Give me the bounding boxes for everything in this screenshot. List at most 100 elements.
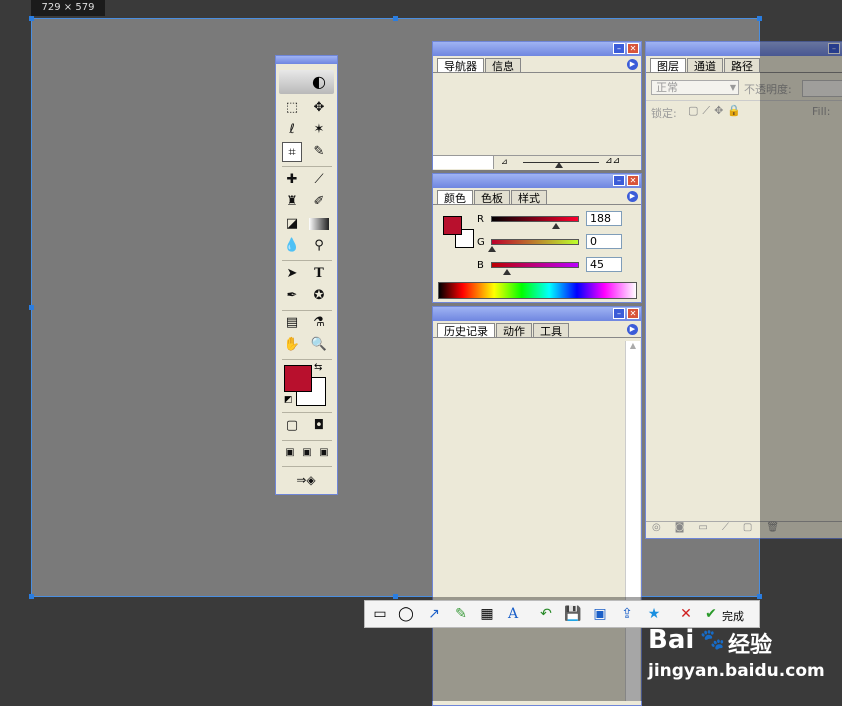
lasso-tool-icon[interactable]: ℓ bbox=[282, 120, 302, 140]
photoshop-eye-logo-icon[interactable]: ◐ bbox=[279, 70, 334, 94]
history-titlebar[interactable]: – ✕ bbox=[433, 307, 641, 321]
tab-history[interactable]: 历史记录 bbox=[437, 323, 495, 338]
tab-tools[interactable]: 工具 bbox=[533, 323, 569, 338]
zoom-out-icon[interactable]: ⊿ bbox=[501, 157, 508, 166]
default-colors-icon[interactable]: ◩ bbox=[284, 395, 293, 405]
blend-mode-value: 正常 bbox=[656, 81, 678, 94]
blend-mode-select[interactable]: 正常 ▼ bbox=[651, 80, 739, 95]
history-brush-tool-icon[interactable]: ✐ bbox=[309, 192, 329, 212]
tab-actions[interactable]: 动作 bbox=[496, 323, 532, 338]
foreground-color-swatch[interactable] bbox=[284, 365, 312, 392]
red-value-field[interactable]: 188 bbox=[586, 211, 622, 226]
capture-toolbar[interactable]: ▭ ◯ ↗ ✎ ▦ A ↶ 💾 ▣ ⇪ ★ ✕ ✔ 完成 bbox=[364, 600, 760, 628]
tab-styles[interactable]: 样式 bbox=[511, 190, 547, 205]
eyedropper-tool-icon[interactable]: ⚗ bbox=[309, 313, 329, 333]
ellipse-icon[interactable]: ◯ bbox=[397, 605, 415, 623]
copy-icon[interactable]: ▣ bbox=[591, 605, 609, 623]
tab-channels[interactable]: 通道 bbox=[687, 58, 723, 73]
color-palette[interactable]: – ✕ 颜色 色板 样式 ▶ R 188 G 0 B 45 bbox=[432, 173, 642, 303]
custom-shape-tool-icon[interactable]: ✪ bbox=[309, 286, 329, 306]
quick-mask-mode-icon[interactable]: ◘ bbox=[309, 416, 329, 436]
toolbox-divider bbox=[282, 359, 332, 360]
resize-handle-bottom-right[interactable] bbox=[757, 594, 762, 599]
blue-slider[interactable] bbox=[491, 262, 579, 268]
jump-to-imageready-icon[interactable]: ⇒◈ bbox=[286, 470, 326, 490]
notes-tool-icon[interactable]: ▤ bbox=[282, 313, 302, 333]
toolbox-palette[interactable]: ◐ ⬚ ✥ ℓ ✶ ⌗ ✎ ✚ ⟋ ♜ ✐ ◪ 💧 ⚲ ➤ T ✒ ✪ ▤ ⚗ … bbox=[275, 55, 338, 495]
zoom-tool-icon[interactable]: 🔍 bbox=[309, 335, 329, 355]
full-screen-mode-icon[interactable]: ▣ bbox=[314, 443, 334, 463]
color-spectrum-ramp[interactable] bbox=[438, 282, 637, 299]
tab-paths[interactable]: 路径 bbox=[724, 58, 760, 73]
channel-label-b: B bbox=[477, 260, 484, 271]
tab-info[interactable]: 信息 bbox=[485, 58, 521, 73]
color-fg-swatch[interactable] bbox=[443, 216, 462, 235]
blue-value-field[interactable]: 45 bbox=[586, 257, 622, 272]
arrow-icon[interactable]: ↗ bbox=[425, 605, 443, 623]
text-icon[interactable]: A bbox=[504, 605, 522, 623]
path-selection-tool-icon[interactable]: ➤ bbox=[282, 264, 302, 284]
type-tool-icon[interactable]: T bbox=[309, 264, 329, 284]
blue-slider-thumb[interactable] bbox=[503, 269, 511, 275]
toolbox-titlebar[interactable] bbox=[276, 56, 337, 64]
mosaic-icon[interactable]: ▦ bbox=[478, 605, 496, 623]
brush-icon[interactable]: ✎ bbox=[452, 605, 470, 623]
palette-menu-icon[interactable]: ▶ bbox=[627, 59, 638, 70]
tab-color[interactable]: 颜色 bbox=[437, 190, 473, 205]
resize-handle-top[interactable] bbox=[393, 16, 398, 21]
palette-menu-icon[interactable]: ▶ bbox=[627, 191, 638, 202]
done-button[interactable]: 完成 bbox=[722, 608, 744, 624]
healing-brush-tool-icon[interactable]: ✚ bbox=[282, 170, 302, 190]
slice-tool-icon[interactable]: ✎ bbox=[309, 142, 329, 162]
crop-tool-icon[interactable]: ⌗ bbox=[282, 142, 302, 162]
eraser-tool-icon[interactable]: ◪ bbox=[282, 214, 302, 234]
share-icon[interactable]: ⇪ bbox=[618, 605, 636, 623]
minimize-icon[interactable]: – bbox=[613, 175, 625, 186]
close-icon[interactable]: ✕ bbox=[627, 43, 639, 54]
navigator-zoom-bar[interactable]: ⊿ ⊿⊿ bbox=[433, 155, 641, 170]
close-icon[interactable]: ✕ bbox=[627, 175, 639, 186]
lock-options-icons[interactable]: ▢⟋✥🔒 bbox=[688, 104, 745, 118]
minimize-icon[interactable]: – bbox=[613, 308, 625, 319]
navigator-titlebar[interactable]: – ✕ bbox=[433, 42, 641, 56]
zoom-value-field[interactable] bbox=[433, 156, 494, 169]
pin-icon[interactable]: ★ bbox=[645, 605, 663, 623]
red-slider-thumb[interactable] bbox=[552, 223, 560, 229]
magic-wand-tool-icon[interactable]: ✶ bbox=[309, 120, 329, 140]
done-icon[interactable]: ✔ bbox=[702, 605, 720, 623]
save-icon[interactable]: 💾 bbox=[564, 605, 582, 623]
close-icon[interactable]: ✕ bbox=[627, 308, 639, 319]
tab-layers[interactable]: 图层 bbox=[650, 58, 686, 73]
dodge-tool-icon[interactable]: ⚲ bbox=[309, 236, 329, 256]
color-titlebar[interactable]: – ✕ bbox=[433, 174, 641, 188]
hand-tool-icon[interactable]: ✋ bbox=[282, 335, 302, 355]
navigator-palette[interactable]: – ✕ 导航器 信息 ▶ ⊿ ⊿⊿ bbox=[432, 41, 642, 170]
move-tool-icon[interactable]: ✥ bbox=[309, 98, 329, 118]
minimize-icon[interactable]: – bbox=[613, 43, 625, 54]
resize-handle-top-left[interactable] bbox=[29, 16, 34, 21]
rectangle-icon[interactable]: ▭ bbox=[371, 605, 389, 623]
cancel-icon[interactable]: ✕ bbox=[677, 605, 695, 623]
standard-mode-icon[interactable]: ▢ bbox=[282, 416, 302, 436]
resize-handle-left[interactable] bbox=[29, 305, 34, 310]
resize-handle-bottom[interactable] bbox=[393, 594, 398, 599]
blur-tool-icon[interactable]: 💧 bbox=[282, 236, 302, 256]
resize-handle-top-right[interactable] bbox=[757, 16, 762, 21]
gradient-tool-icon[interactable] bbox=[309, 218, 329, 230]
tab-swatches[interactable]: 色板 bbox=[474, 190, 510, 205]
brush-tool-icon[interactable]: ⟋ bbox=[309, 170, 329, 190]
tab-navigator[interactable]: 导航器 bbox=[437, 58, 484, 73]
zoom-in-icon[interactable]: ⊿⊿ bbox=[605, 156, 620, 166]
palette-menu-icon[interactable]: ▶ bbox=[627, 324, 638, 335]
green-slider-thumb[interactable] bbox=[488, 246, 496, 252]
swap-colors-icon[interactable]: ⇆ bbox=[314, 362, 322, 373]
red-slider[interactable] bbox=[491, 216, 579, 222]
zoom-slider-thumb[interactable] bbox=[555, 162, 563, 168]
green-value-field[interactable]: 0 bbox=[586, 234, 622, 249]
clone-stamp-tool-icon[interactable]: ♜ bbox=[282, 192, 302, 212]
pen-tool-icon[interactable]: ✒ bbox=[282, 286, 302, 306]
undo-icon[interactable]: ↶ bbox=[537, 605, 555, 623]
green-slider[interactable] bbox=[491, 239, 579, 245]
resize-handle-bottom-left[interactable] bbox=[29, 594, 34, 599]
marquee-tool-icon[interactable]: ⬚ bbox=[282, 98, 302, 118]
